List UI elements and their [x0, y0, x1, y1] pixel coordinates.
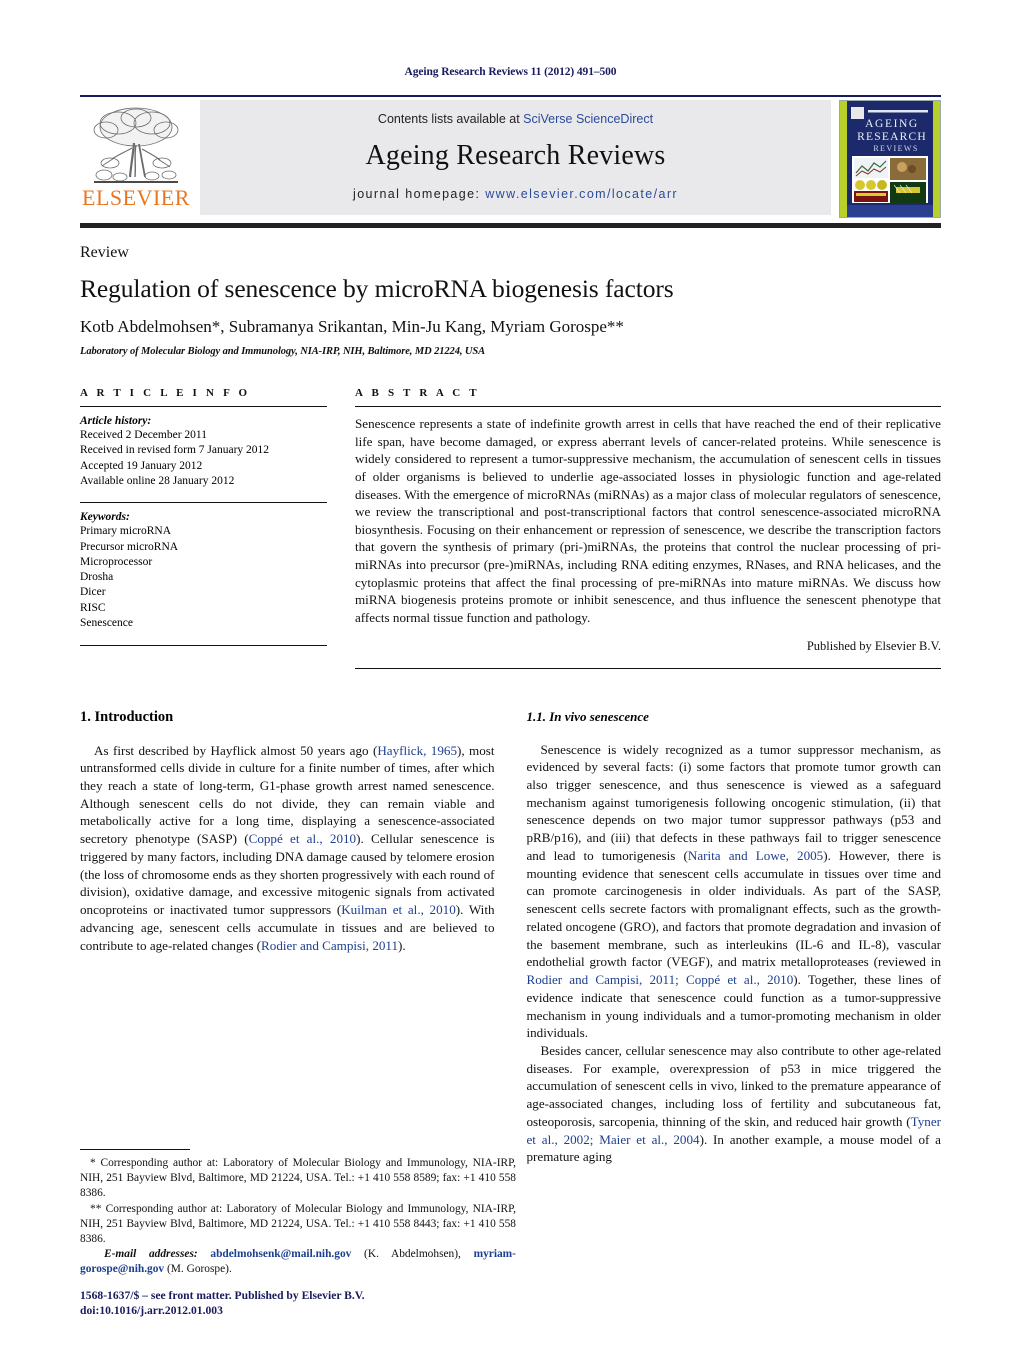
email-link-1[interactable]: abdelmohsenk@mail.nih.gov — [210, 1248, 351, 1260]
keyword-item: Primary microRNA — [80, 525, 172, 538]
citation-link[interactable]: Rodier and Campisi, 2011 — [261, 938, 398, 953]
info-abstract-region: A R T I C L E I N F O Article history: R… — [80, 387, 941, 669]
page-title: Regulation of senescence by microRNA bio… — [80, 273, 674, 303]
published-by: Published by Elsevier B.V. — [806, 638, 941, 653]
citation-link[interactable]: Narita and Lowe, 2005 — [688, 848, 823, 863]
paragraph: Senescence is widely recognized as a tum… — [527, 741, 942, 1042]
journal-masthead: ELSEVIER Contents lists available at Sci… — [80, 94, 941, 221]
colophon: 1568-1637/$ – see front matter. Publishe… — [80, 1288, 365, 1319]
affiliation: Laboratory of Molecular Biology and Immu… — [80, 346, 486, 358]
contents-prefix: Contents lists available at — [377, 111, 524, 126]
email-label: E-mail addresses: — [104, 1248, 198, 1261]
paragraph-text: ). However, there is mounting evidence t… — [526, 847, 942, 970]
elsevier-logo: ELSEVIER — [80, 97, 192, 221]
keywords-block: Keywords: Primary microRNA Precursor mic… — [80, 511, 327, 631]
keyword-item: Dicer — [80, 586, 106, 599]
citation-link[interactable]: Coppé et al., 2010 — [249, 831, 357, 846]
journal-title: Ageing Research Reviews — [365, 140, 666, 172]
paragraph-text: As first described by Hayflick almost 50… — [94, 742, 378, 758]
title-block: Review Regulation of senescence by micro… — [80, 228, 941, 358]
journal-homepage-line: journal homepage: www.elsevier.com/locat… — [353, 187, 678, 201]
svg-text:REVIEWS: REVIEWS — [873, 144, 918, 153]
svg-text:AGEING: AGEING — [865, 118, 919, 130]
paragraph-text: Senescence is widely recognized as a tum… — [526, 741, 942, 863]
article-info-column: A R T I C L E I N F O Article history: R… — [80, 387, 327, 668]
footnote-email-addresses: E-mail addresses: abdelmohsenk@mail.nih.… — [80, 1247, 516, 1277]
journal-cover-art: AGEING RESEARCH REVIEWS — [840, 100, 940, 217]
citation-link[interactable]: Kuilman et al., 2010 — [341, 902, 456, 917]
footnote-corresponding-author-2: ** Corresponding author at: Laboratory o… — [80, 1202, 516, 1245]
article-history-item: Received 2 December 2011 — [80, 429, 207, 442]
colophon-doi[interactable]: doi:10.1016/j.arr.2012.01.003 — [80, 1303, 365, 1319]
keywords-label: Keywords: — [80, 511, 130, 524]
article-info-heading: A R T I C L E I N F O — [80, 387, 251, 400]
body-right-column: 1.1. In vivo senescence Senescence is wi… — [527, 709, 942, 1167]
body-columns: 1. Introduction As first described by Ha… — [80, 709, 941, 1167]
email-owner-2: (M. Gorospe). — [164, 1263, 232, 1276]
keyword-item: Microprocessor — [80, 555, 153, 568]
homepage-prefix: journal homepage: — [353, 186, 486, 201]
elsevier-wordmark: ELSEVIER — [82, 184, 190, 210]
keywords-rule — [80, 502, 327, 504]
abstract-heading: A B S T R A C T — [355, 387, 480, 400]
abstract-column: A B S T R A C T Senescence represents a … — [355, 387, 941, 669]
citation-link[interactable]: Hayflick, 1965 — [377, 743, 457, 758]
journal-band: Contents lists available at SciVerse Sci… — [200, 99, 831, 215]
footnote-rule — [80, 1149, 190, 1151]
running-header: Ageing Research Reviews 11 (2012) 491–50… — [404, 66, 617, 78]
footnote-corresponding-author-1: * Corresponding author at: Laboratory of… — [80, 1157, 516, 1200]
elsevier-tree-icon — [93, 107, 179, 183]
homepage-link[interactable]: www.elsevier.com/locate/arr — [485, 187, 678, 201]
svg-text:RESEARCH: RESEARCH — [857, 131, 927, 143]
contents-line: Contents lists available at SciVerse Sci… — [378, 112, 653, 126]
journal-cover-thumbnail: AGEING RESEARCH REVIEWS — [839, 99, 941, 218]
footnotes-block: * Corresponding author at: Laboratory of… — [80, 1149, 516, 1278]
abstract-bottom-rule — [355, 667, 941, 669]
subsection-heading-in-vivo-senescence: 1.1. In vivo senescence — [526, 708, 649, 724]
colophon-line-1: 1568-1637/$ – see front matter. Publishe… — [80, 1288, 365, 1302]
keyword-item: Precursor microRNA — [80, 540, 179, 553]
body-left-column: 1. Introduction As first described by Ha… — [80, 709, 495, 1167]
section-heading-introduction: 1. Introduction — [80, 708, 174, 725]
article-history-item: Received in revised form 7 January 2012 — [80, 444, 270, 457]
paragraph: Besides cancer, cellular senescence may … — [527, 1042, 942, 1166]
paragraph-text: ). — [398, 937, 406, 953]
journal-article-page: Ageing Research Reviews 11 (2012) 491–50… — [0, 0, 1021, 1351]
article-history-label: Article history: — [80, 415, 152, 428]
citation-link[interactable]: Rodier and Campisi, 2011; Coppé et al., … — [527, 972, 794, 987]
abstract-text: Senescence represents a state of indefin… — [355, 416, 941, 625]
article-history-item: Available online 28 January 2012 — [80, 475, 235, 488]
keyword-item: Senescence — [80, 617, 133, 629]
sciencedirect-link[interactable]: SciVerse ScienceDirect — [523, 112, 653, 126]
article-history-item: Accepted 19 January 2012 — [80, 459, 203, 472]
keyword-item: Drosha — [80, 571, 114, 584]
abstract-rule — [355, 406, 941, 408]
keyword-item: RISC — [80, 601, 106, 614]
paragraph: As first described by Hayflick almost 50… — [80, 742, 495, 955]
article-info-bottom-rule — [80, 645, 327, 647]
email-owner-1: (K. Abdelmohsen), — [351, 1248, 461, 1261]
paragraph-text: Besides cancer, cellular senescence may … — [526, 1042, 942, 1129]
author-list: Kotb Abdelmohsen*, Subramanya Srikantan,… — [80, 317, 624, 337]
article-type: Review — [80, 243, 129, 261]
article-info-rule — [80, 406, 327, 408]
